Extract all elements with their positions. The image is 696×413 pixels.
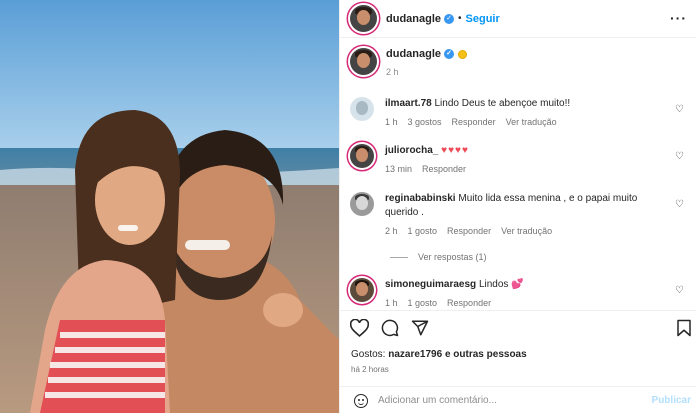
beach-selfie-image [0,0,339,413]
post-caption: dudanagle ✓ 2 h [350,48,687,77]
comment-text: Lindos [478,279,509,290]
reply-button[interactable]: Responder [422,164,466,174]
commenter-username[interactable]: ilmaart.78 [385,98,432,109]
heart-icon[interactable]: ♡ [675,104,684,115]
comment-item: simoneguimaraesg Lindos 💕 1 h 1 gosto Re… [350,278,687,308]
translate-button[interactable]: Ver tradução [501,226,552,236]
more-options-icon[interactable]: ··· [670,10,687,26]
author-username[interactable]: dudanagle [386,13,441,25]
post-comment-button[interactable]: Publicar [652,395,691,406]
comment-likes[interactable]: 1 gosto [408,298,438,308]
heart-icon[interactable] [350,319,369,337]
comment-likes[interactable]: 1 gosto [408,226,438,236]
comment-icon[interactable] [381,319,399,337]
commenter-username[interactable]: juliorocha_ [385,145,438,156]
reply-button[interactable]: Responder [447,226,491,236]
likes-summary: Gostos: nazare1796 e outras pessoas [351,349,527,360]
save-icon[interactable] [676,319,692,337]
caption-time: 2 h [386,67,399,77]
reply-button[interactable]: Responder [447,298,491,308]
comment-likes[interactable]: 3 gostos [408,117,442,127]
comment-hearts: ♥♥♥♥ [441,145,469,156]
heart-icon[interactable]: ♡ [675,151,684,162]
comment-emoji: 💕 [511,279,524,290]
commenter-username[interactable]: reginababinski [385,193,456,204]
comment-time: 2 h [385,226,398,236]
heart-icon[interactable]: ♡ [675,285,684,296]
commenter-username[interactable]: simoneguimaraesg [385,279,476,290]
comment-time: 13 min [385,164,413,174]
translate-button[interactable]: Ver tradução [506,117,557,127]
caption-avatar[interactable] [350,48,377,75]
add-comment-bar: Publicar [340,386,696,413]
view-replies-label: Ver respostas (1) [418,252,487,262]
gold-badge-icon [458,49,468,59]
comment-time: 1 h [385,298,398,308]
separator-dot: • [458,13,462,24]
view-replies-button[interactable]: Ver respostas (1) [390,252,487,262]
comment-time: 1 h [385,117,398,127]
commenter-avatar[interactable] [350,278,374,302]
caption-username[interactable]: dudanagle [386,48,441,60]
verified-icon: ✓ [444,13,455,24]
action-bar: Gostos: nazare1796 e outras pessoas há 2… [340,310,696,413]
author-avatar[interactable] [350,5,377,32]
comment-item: ilmaart.78 Lindo Deus te abençoe muito!!… [350,97,687,127]
follow-button[interactable]: Seguir [466,13,500,25]
reply-button[interactable]: Responder [452,117,496,127]
emoji-icon[interactable] [354,393,368,408]
commenter-avatar[interactable] [350,144,374,168]
likes-suffix[interactable]: e outras pessoas [442,349,527,360]
post-side-panel: dudanagle ✓ • Seguir ··· dudanagle ✓ 2 h… [339,0,696,413]
comment-input[interactable] [378,395,638,406]
commenter-avatar[interactable] [350,192,374,216]
post-header: dudanagle ✓ • Seguir ··· [340,0,696,38]
likes-prefix: Gostos: [351,349,389,360]
share-icon[interactable] [411,319,429,337]
post-timestamp: há 2 horas [351,365,389,374]
likes-user[interactable]: nazare1796 [388,349,442,360]
comment-text: Lindo Deus te abençoe muito!! [434,98,571,109]
verified-icon: ✓ [444,49,455,59]
heart-icon[interactable]: ♡ [675,199,684,210]
commenter-avatar[interactable] [350,97,374,121]
comment-item: juliorocha_ ♥♥♥♥ 13 min Responder ♡ [350,144,687,174]
replies-divider [390,256,408,258]
comment-item: reginababinski Muito lida essa menina , … [350,192,687,236]
post-photo[interactable] [0,0,339,413]
